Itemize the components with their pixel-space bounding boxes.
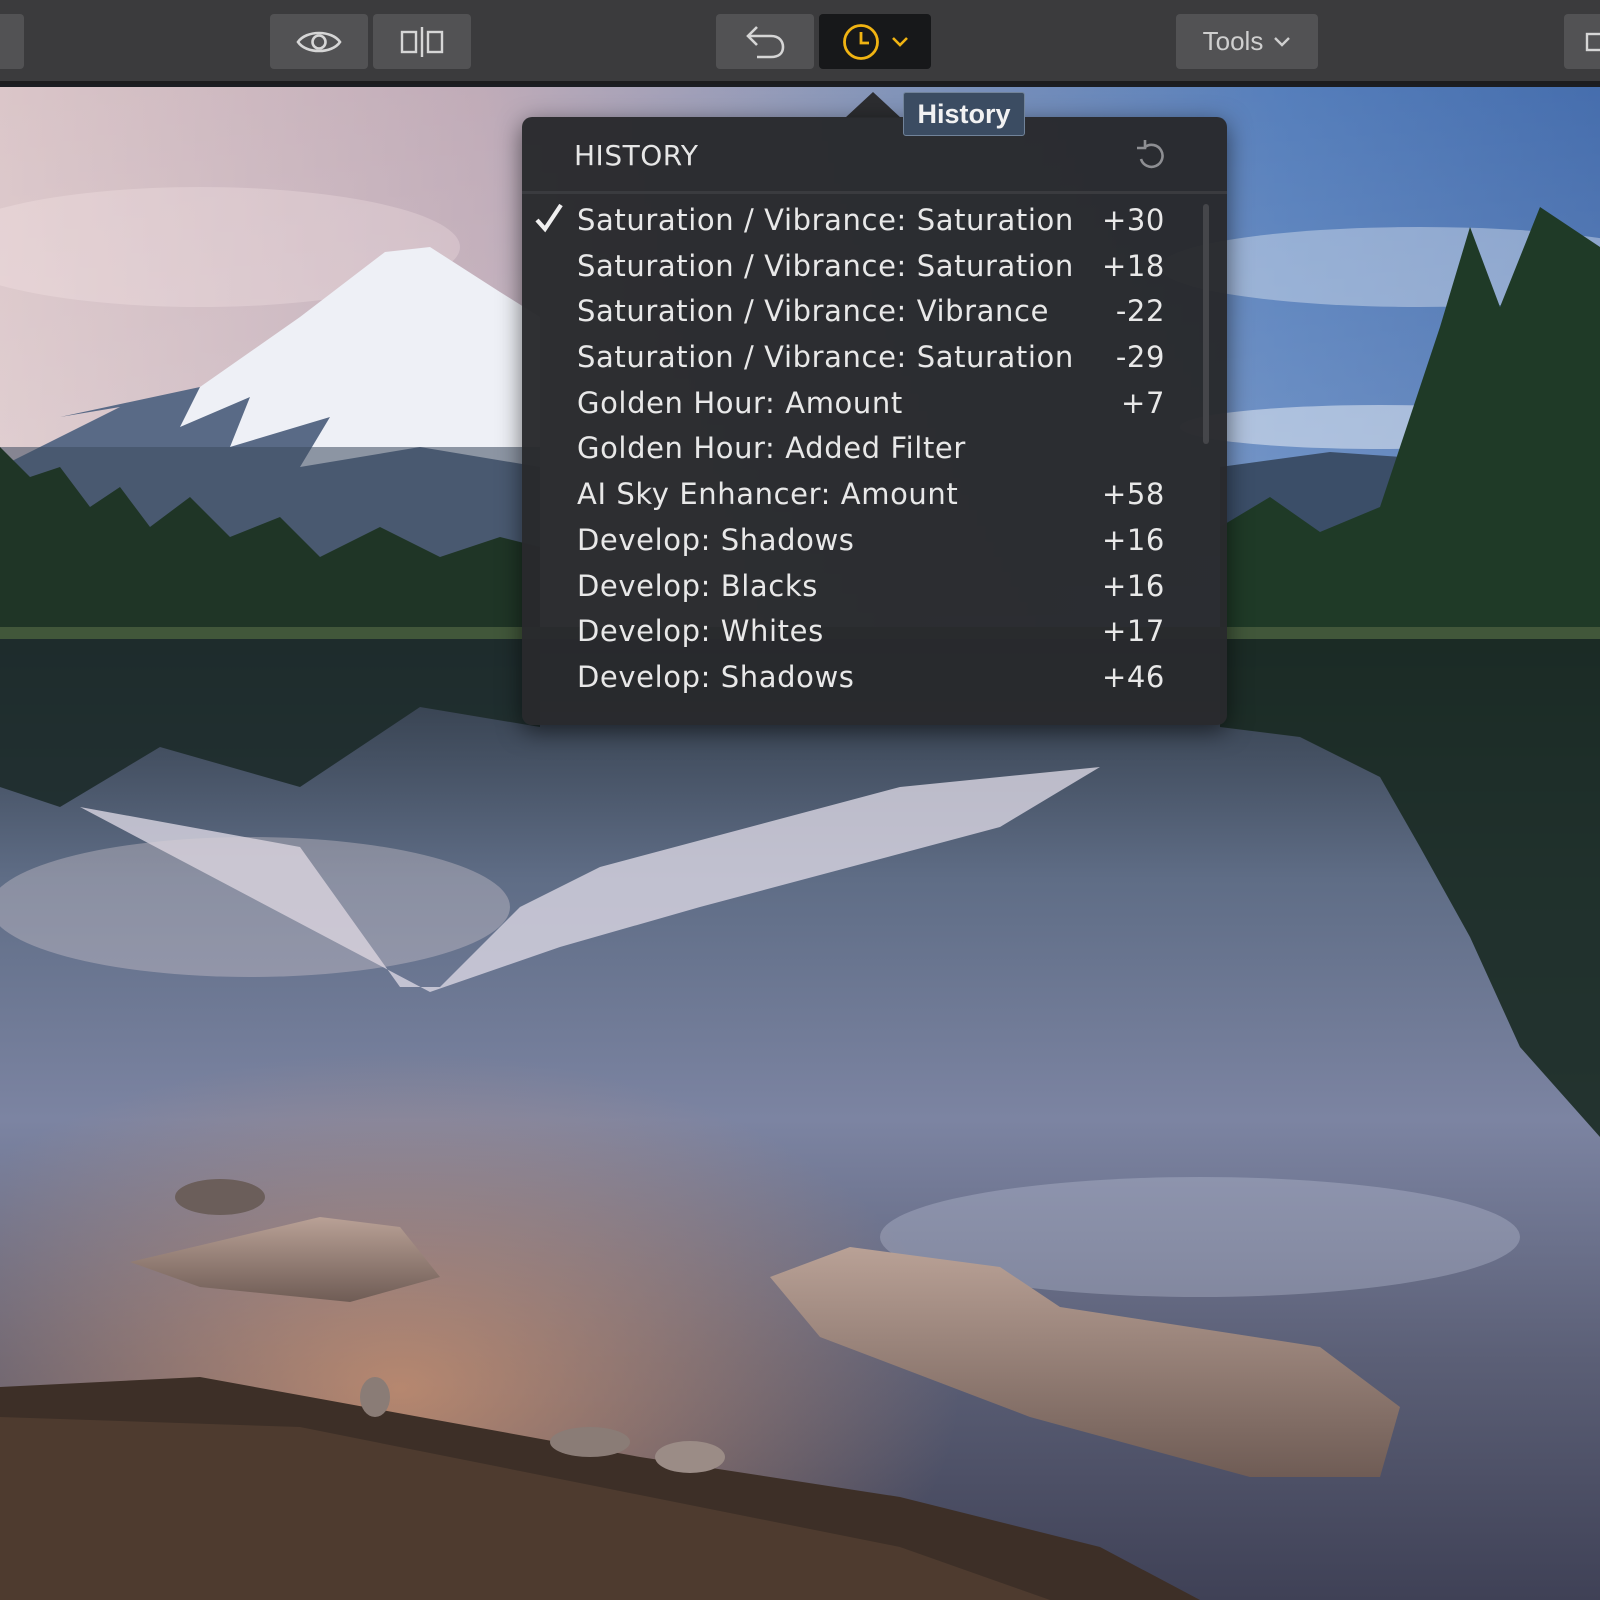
history-item[interactable]: Develop: Shadows +46 [522,656,1227,702]
checkmark-icon [535,203,563,233]
history-title: HISTORY [574,139,699,172]
history-item-value: +17 [1101,614,1165,649]
history-item[interactable]: Saturation / Vibrance: Saturation -29 [522,336,1227,382]
history-item-value: +58 [1101,477,1165,512]
history-item[interactable]: Saturation / Vibrance: Saturation +30 [522,199,1227,245]
chevron-down-icon [892,36,908,47]
history-item-label: Golden Hour: Added Filter [577,431,966,466]
history-item[interactable]: Develop: Shadows +16 [522,519,1227,565]
history-panel-header: HISTORY [522,117,1227,194]
history-item[interactable]: Saturation / Vibrance: Vibrance -22 [522,290,1227,336]
history-item-label: Develop: Whites [577,614,824,649]
compare-icon [400,26,444,57]
right-panel-toggle-button[interactable] [1564,14,1600,69]
history-item-label: Golden Hour: Amount [577,385,903,420]
history-item[interactable]: AI Sky Enhancer: Amount +58 [522,473,1227,519]
top-toolbar: Tools [0,0,1600,84]
history-item[interactable]: Develop: Whites +17 [522,610,1227,656]
history-item-label: Develop: Blacks [577,568,818,603]
left-panel-toggle-button[interactable] [0,14,24,69]
history-item-value: -22 [1115,294,1165,329]
eye-icon [296,31,342,52]
reset-icon[interactable] [1132,137,1170,175]
popover-arrow [845,92,901,118]
clock-icon [843,23,879,60]
chevron-down-icon [1274,36,1291,47]
history-button[interactable] [819,14,931,69]
history-item-value: +46 [1101,659,1165,694]
history-list: Saturation / Vibrance: Saturation +30 Sa… [522,199,1227,702]
history-item-value: +18 [1101,248,1165,283]
history-item-value: +30 [1101,203,1165,237]
history-scrollbar[interactable] [1203,204,1209,444]
history-item[interactable]: Golden Hour: Amount +7 [522,382,1227,428]
history-item-label: Saturation / Vibrance: Saturation [577,203,1074,237]
history-item-label: Develop: Shadows [577,659,855,694]
history-item-label: Saturation / Vibrance: Saturation [577,248,1074,283]
tools-menu-button[interactable]: Tools [1176,14,1318,69]
history-item-value: +16 [1101,568,1165,603]
history-item-value: +16 [1101,522,1165,557]
history-item-label: AI Sky Enhancer: Amount [577,477,959,512]
compare-view-button[interactable] [373,14,471,69]
preview-toggle-button[interactable] [270,14,368,69]
history-panel: HISTORY Saturation / Vibrance: Saturatio… [522,117,1227,725]
history-item-label: Saturation / Vibrance: Vibrance [577,294,1050,329]
history-item-value: -29 [1115,340,1165,375]
history-item[interactable]: Golden Hour: Added Filter [522,427,1227,473]
undo-button[interactable] [716,14,814,69]
panel-toggle-icon [1585,32,1600,51]
history-item-label: Saturation / Vibrance: Saturation [577,340,1074,375]
undo-icon [746,25,785,58]
history-item-value: +7 [1121,385,1165,420]
history-item[interactable]: Saturation / Vibrance: Saturation +18 [522,245,1227,291]
tools-label: Tools [1202,26,1264,56]
history-tooltip: History [903,92,1025,136]
history-item-label: Develop: Shadows [577,522,855,557]
history-item[interactable]: Develop: Blacks +16 [522,565,1227,611]
